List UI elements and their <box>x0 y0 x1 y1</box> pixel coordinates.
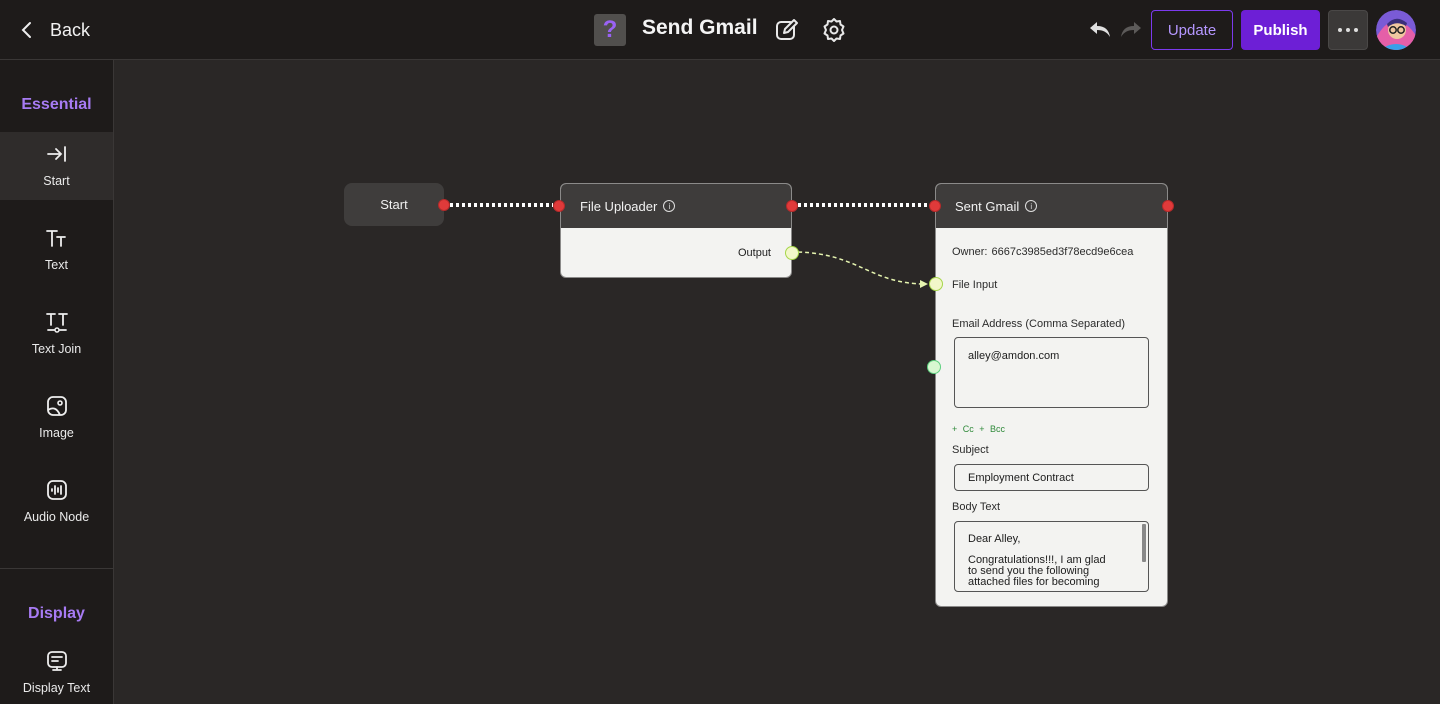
file-input-port[interactable] <box>929 277 943 291</box>
file-input-label: File Input <box>952 279 998 291</box>
chevron-left-icon <box>21 22 31 38</box>
sidebar-item-audio-node[interactable]: Audio Node <box>0 468 113 536</box>
update-button[interactable]: Update <box>1151 10 1233 50</box>
essential-section-title: Essential <box>21 96 92 113</box>
sidebar-item-label: Start <box>43 174 70 188</box>
more-button[interactable] <box>1328 10 1368 50</box>
start-output-port[interactable] <box>438 199 450 211</box>
publish-button[interactable]: Publish <box>1241 10 1320 50</box>
start-node[interactable]: Start <box>344 183 444 226</box>
sidebar-item-start[interactable]: Start <box>0 132 113 200</box>
edit-icon[interactable] <box>774 17 800 43</box>
text-join-icon <box>45 313 68 333</box>
gmail-output-port[interactable] <box>1162 200 1174 212</box>
email-value: alley@amdon.com <box>968 350 1060 362</box>
email-input-port[interactable] <box>927 360 941 374</box>
text-icon <box>45 230 66 247</box>
body-text-field[interactable]: Dear Alley, Congratulations!!!, I am gla… <box>954 521 1149 592</box>
node-title: File Uploader <box>580 198 658 214</box>
cc-bcc-link[interactable]: + Cc + Bcc <box>952 424 1005 434</box>
page-title: Send Gmail <box>642 16 758 39</box>
output-label: Output <box>737 247 771 259</box>
more-dot <box>1354 28 1358 32</box>
app-question-icon: ? <box>594 14 626 46</box>
sidebar-item-text[interactable]: Text <box>0 216 113 284</box>
sidebar-item-label: Text <box>45 258 68 272</box>
sidebar-divider <box>0 568 113 569</box>
email-address-field[interactable]: alley@amdon.com <box>954 337 1149 408</box>
uploader-input-port[interactable] <box>553 200 565 212</box>
body-text-label: Body Text <box>952 501 1001 513</box>
body-line: attached files for becoming <box>968 576 1100 588</box>
image-icon <box>46 396 67 416</box>
top-bar: Back ? Send Gmail Update Publish <box>0 0 1440 60</box>
display-text-icon <box>46 651 67 671</box>
audio-icon <box>46 480 67 500</box>
node-header: File Uploader i <box>561 184 791 228</box>
sidebar-item-text-join[interactable]: Text Join <box>0 300 113 368</box>
uploader-exec-output-port[interactable] <box>786 200 798 212</box>
undo-icon[interactable] <box>1087 17 1113 43</box>
back-label: Back <box>50 19 91 40</box>
more-dot <box>1346 28 1350 32</box>
body-line: Dear Alley, <box>968 533 1021 545</box>
node-palette-sidebar: Essential Start Text Text Join Image Aud… <box>0 60 114 704</box>
scrollbar-thumb[interactable] <box>1142 524 1146 562</box>
info-icon[interactable]: i <box>663 200 676 212</box>
avatar[interactable] <box>1376 10 1416 50</box>
gear-icon[interactable] <box>821 17 847 43</box>
sidebar-item-label: Audio Node <box>23 510 90 524</box>
sent-gmail-node[interactable]: Sent Gmail i Owner: 6667c3985ed3f78ecd9e6… <box>935 183 1168 607</box>
more-dot <box>1338 28 1342 32</box>
gmail-input-port[interactable] <box>929 200 941 212</box>
node-header: Sent Gmail i <box>936 184 1167 228</box>
back-button[interactable]: Back <box>18 18 90 42</box>
info-icon[interactable]: i <box>1025 200 1038 212</box>
start-arrow-icon <box>46 146 66 162</box>
sidebar-item-label: Display Text <box>22 681 91 695</box>
avatar-image <box>1376 10 1416 50</box>
sidebar-item-display-text[interactable]: Display Text <box>0 639 113 704</box>
subject-value: Employment Contract <box>968 471 1074 484</box>
sidebar-item-label: Text Join <box>31 342 82 356</box>
uploader-output-port[interactable] <box>785 246 799 260</box>
owner-value: 6667c3985ed3f78ecd9e6cea <box>991 246 1134 258</box>
display-section-title: Display <box>28 605 85 622</box>
subject-label: Subject <box>952 444 989 456</box>
sidebar-item-image[interactable]: Image <box>0 384 113 452</box>
subject-field[interactable]: Employment Contract <box>954 464 1149 491</box>
owner-row: Owner: 6667c3985ed3f78ecd9e6cea <box>952 246 1133 258</box>
file-uploader-node[interactable]: File Uploader i Output <box>560 183 792 278</box>
redo-icon[interactable] <box>1118 17 1144 43</box>
sidebar-item-label: Image <box>39 426 74 440</box>
owner-label: Owner: <box>952 246 988 258</box>
node-title: Sent Gmail <box>955 198 1020 214</box>
email-address-label: Email Address (Comma Separated) <box>952 318 1126 330</box>
flow-canvas[interactable] <box>114 60 1440 704</box>
